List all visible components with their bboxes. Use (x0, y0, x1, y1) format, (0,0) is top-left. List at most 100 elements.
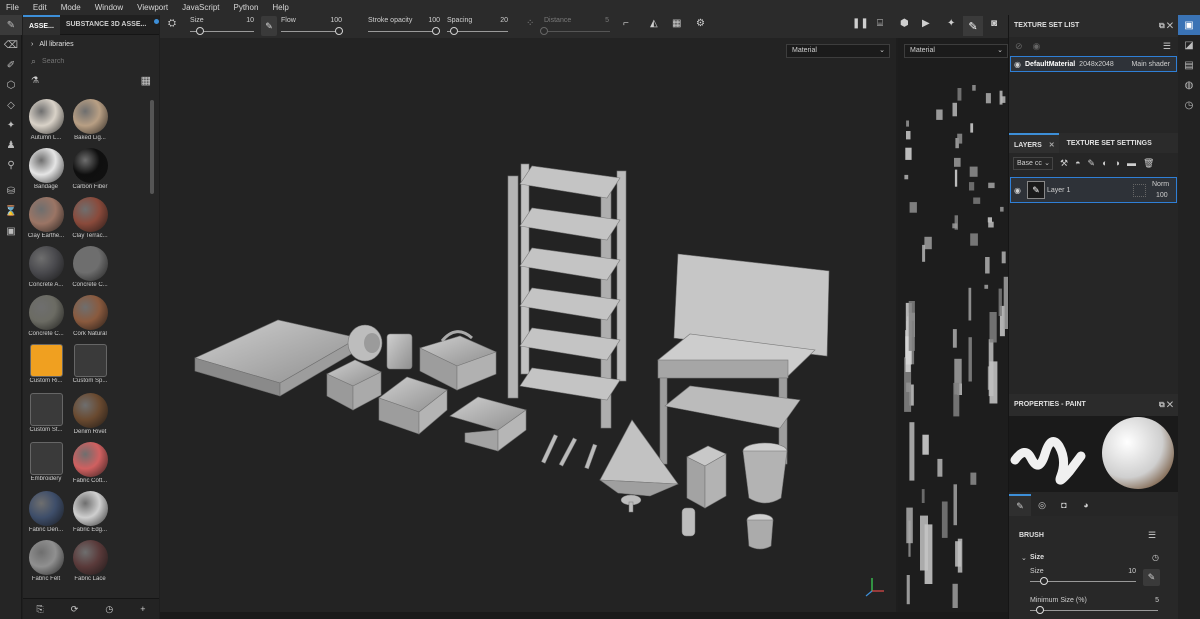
paint-brush-icon[interactable]: ✎ (0, 15, 22, 35)
asset-item[interactable]: Concrete C... (25, 295, 67, 340)
prop-size-value[interactable]: 10 (1119, 568, 1136, 575)
refresh-icon[interactable]: ⟳ (71, 604, 79, 615)
paint-mode-icon[interactable]: ✎ (963, 16, 983, 36)
menu-mode[interactable]: Mode (55, 3, 89, 12)
layer-row[interactable]: ◉ ✎ Layer 1 Norm 100 (1010, 177, 1177, 203)
search-input[interactable] (42, 57, 133, 65)
asset-item[interactable]: Fabric Lace (69, 540, 111, 585)
import-icon[interactable]: ⎘ (37, 604, 44, 615)
menu-help[interactable]: Help (266, 3, 296, 12)
paint-layer-icon[interactable]: ✎ (1088, 158, 1096, 169)
viewport-3d[interactable]: Material ⌄ (160, 38, 896, 612)
min-size-slider-track[interactable] (1030, 610, 1158, 611)
asset-item[interactable]: Denim Rivet (69, 393, 111, 438)
asset-item[interactable]: Carbon Fiber (69, 148, 111, 193)
menu-viewport[interactable]: Viewport (131, 3, 176, 12)
camera-icon[interactable]: ▶ (922, 18, 930, 29)
prop-size-slider-knob[interactable] (1039, 577, 1048, 585)
flow-slider-track[interactable] (281, 31, 343, 32)
material-shader[interactable]: Main shader (1131, 61, 1170, 68)
asset-item[interactable]: Fabric Felt (25, 540, 67, 585)
generator-icon[interactable]: ◑ (1115, 158, 1120, 168)
visibility-icon[interactable]: ◉ (1033, 41, 1041, 52)
pen-pressure-icon[interactable]: ✎ (1143, 569, 1160, 586)
reset-icon[interactable]: ◷ (1152, 553, 1159, 562)
assets-scrollbar[interactable] (150, 100, 154, 194)
asset-item[interactable]: Custom Ri... (25, 344, 67, 389)
settings-icon[interactable]: ⚙ (696, 18, 705, 29)
menu-file[interactable]: File (0, 3, 27, 12)
spacing-slider-knob[interactable] (449, 27, 458, 35)
export-icon[interactable]: ▣ (0, 221, 22, 241)
menu-javascript[interactable]: JavaScript (176, 3, 227, 12)
stroke-opacity-slider-track[interactable] (368, 31, 440, 32)
eye-icon[interactable]: ◉ (1014, 60, 1021, 69)
asset-item[interactable]: Custom Sp... (69, 344, 111, 389)
bake-icon[interactable]: ⛁ (0, 181, 22, 201)
asset-item[interactable]: Cork Natural (69, 295, 111, 340)
eye-icon[interactable]: ◉ (1014, 186, 1021, 195)
asset-item[interactable]: Custom St... (25, 393, 67, 438)
add-icon[interactable]: + (140, 604, 145, 614)
texture-set-row[interactable]: ◉ DefaultMaterial 2048x2048 Main shader (1010, 56, 1177, 72)
brush-tab-icon[interactable]: ✎ (1009, 494, 1031, 516)
panel-controls-icon[interactable]: ⧉ ✕ (1159, 21, 1173, 31)
asset-item[interactable]: Fabric Cott... (69, 442, 111, 487)
texture-set-panel-icon[interactable]: ▣ (1178, 15, 1200, 35)
folder-icon[interactable]: ▬ (1127, 158, 1136, 168)
fill-layer-icon[interactable]: ◓ (1075, 158, 1080, 168)
polygon-fill-icon[interactable]: ⬡ (0, 75, 22, 95)
smudge-icon[interactable]: ◇ (0, 95, 22, 115)
blend-mode[interactable]: Norm (1152, 181, 1169, 188)
asset-item[interactable]: Embroidery (25, 442, 67, 487)
alpha-tab-icon[interactable]: ◎ (1031, 500, 1053, 511)
mirror-icon[interactable]: ◭ (650, 18, 658, 29)
measure-icon[interactable]: ⌛ (0, 201, 22, 221)
color-picker-icon[interactable]: ♟ (0, 135, 22, 155)
brush-preset-icon[interactable]: ⛭ (168, 18, 176, 29)
library-selector[interactable]: › All libraries (23, 35, 159, 53)
pause-icon[interactable]: ❚❚ (852, 18, 869, 29)
link-icon[interactable]: ⊘ (1015, 41, 1023, 52)
layer-opacity[interactable]: 100 (1156, 192, 1168, 199)
filter-icon[interactable]: ⚗ (31, 75, 39, 86)
display-settings-icon[interactable]: ◪ (1178, 35, 1200, 55)
menu-edit[interactable]: Edit (27, 3, 55, 12)
min-size-slider-knob[interactable] (1036, 606, 1044, 614)
stroke-opacity-slider-knob[interactable] (432, 27, 440, 35)
clone-icon[interactable]: ✦ (0, 115, 22, 135)
chevron-down-icon[interactable]: ⌄ (1021, 554, 1027, 562)
menu-window[interactable]: Window (89, 3, 131, 12)
trash-icon[interactable]: 🗑 (1143, 158, 1154, 169)
asset-item[interactable]: Concrete C... (69, 246, 111, 291)
mask-slot[interactable] (1133, 184, 1146, 197)
close-icon[interactable]: ✕ (1049, 142, 1055, 149)
geometry-decal-icon[interactable]: ⚲ (0, 155, 22, 175)
tab-layers[interactable]: LAYERS ✕ (1009, 133, 1059, 153)
menu-python[interactable]: Python (228, 3, 267, 12)
menu-icon[interactable]: ☰ (1148, 530, 1156, 541)
asset-item[interactable]: Baked Lig... (69, 99, 111, 144)
tab-substance-3d-assets[interactable]: SUBSTANCE 3D ASSE... (60, 15, 152, 35)
history-icon[interactable]: ◷ (105, 604, 113, 615)
effects-icon[interactable]: ⚒ (1060, 158, 1068, 169)
viewer-settings-icon[interactable]: ◍ (1178, 75, 1200, 95)
lighting-icon[interactable]: ✦ (947, 18, 955, 29)
lazy-mouse-icon[interactable]: ⁘ (526, 18, 534, 29)
asset-item[interactable]: Clay Earthe... (25, 197, 67, 242)
mask-icon[interactable]: ◐ (1102, 158, 1107, 168)
stencil-tab-icon[interactable]: ◘ (1053, 500, 1075, 510)
display-mode-icon[interactable]: ⬢ (900, 18, 909, 29)
asset-item[interactable]: Bandage (25, 148, 67, 193)
material-tab-icon[interactable]: ◕ (1075, 500, 1097, 510)
shader-settings-icon[interactable]: ▤ (1178, 55, 1200, 75)
tab-assets[interactable]: ASSE... (23, 15, 60, 35)
symmetry-icon[interactable]: ⌐ (623, 18, 629, 29)
grid-view-icon[interactable]: ▦ (141, 74, 151, 87)
solo-icon[interactable]: ⌸ (877, 18, 883, 29)
history-icon[interactable]: ◷ (1178, 95, 1200, 115)
tiling-icon[interactable]: ▦ (672, 18, 681, 29)
projection-icon[interactable]: ✐ (0, 55, 22, 75)
asset-item[interactable]: Autumn L... (25, 99, 67, 144)
viewport-2d[interactable]: Material ⌄ (898, 38, 1008, 612)
